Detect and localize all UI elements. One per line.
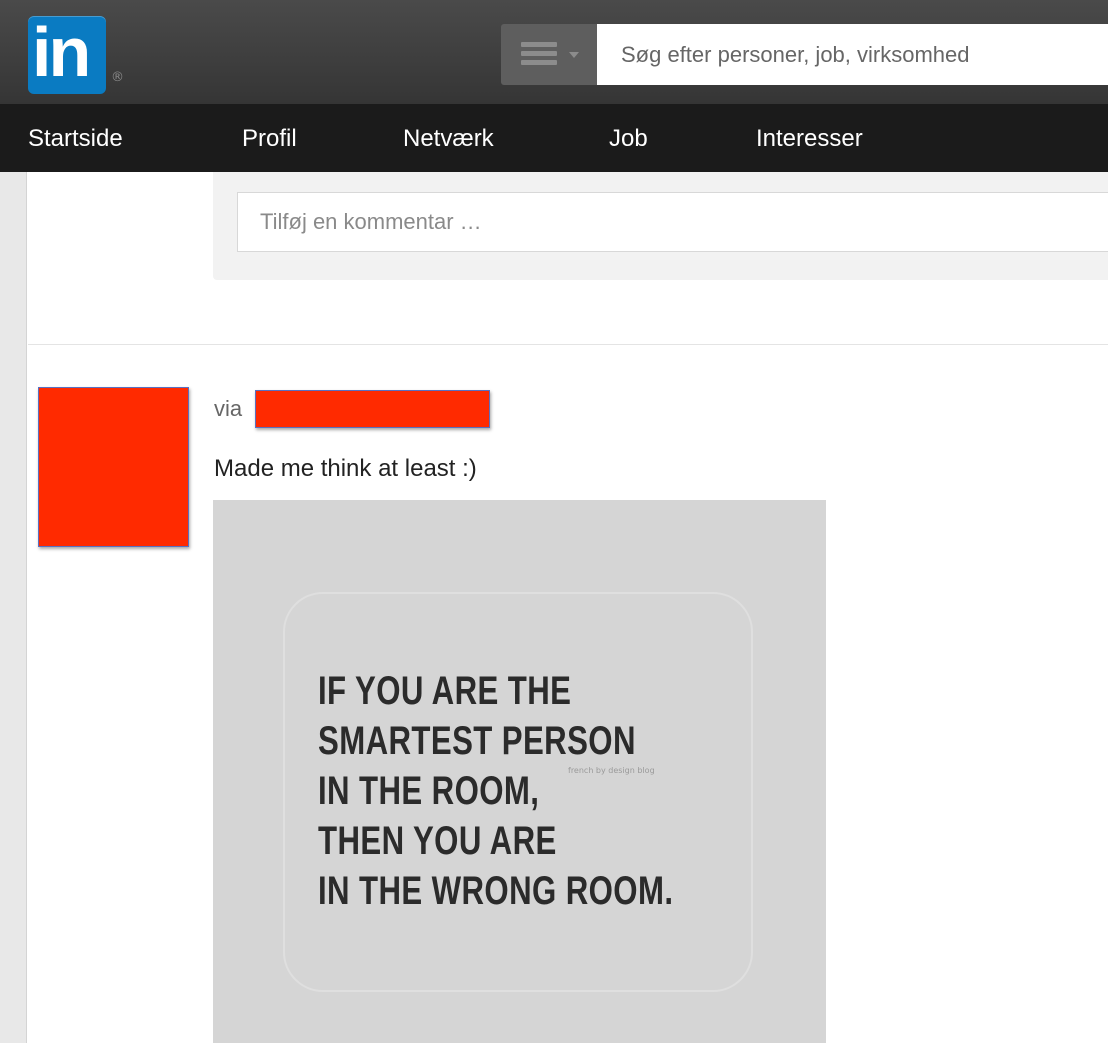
image-quote: IF YOU ARE THE SMARTEST PERSON IN THE RO…	[318, 666, 673, 916]
nav-item-profil[interactable]: Profil	[242, 104, 297, 172]
quote-line: IN THE WRONG ROOM.	[318, 869, 674, 913]
search-category-menu-button[interactable]	[501, 24, 597, 85]
nav-item-interesser[interactable]: Interesser	[756, 104, 863, 172]
registered-mark: ®	[111, 70, 124, 85]
nav-item-job[interactable]: Job	[609, 104, 648, 172]
hamburger-icon	[521, 42, 557, 66]
post-image[interactable]: IF YOU ARE THE SMARTEST PERSON IN THE RO…	[213, 500, 826, 1043]
nav-item-startside[interactable]: Startside	[28, 104, 123, 172]
comment-input[interactable]	[237, 192, 1108, 252]
post-text: Made me think at least :)	[214, 455, 477, 482]
comment-box	[213, 172, 1108, 280]
nav-item-netvaerk[interactable]: Netværk	[403, 104, 494, 172]
feed-divider	[28, 344, 1108, 345]
quote-line: SMARTEST PERSON	[318, 719, 636, 763]
avatar[interactable]	[38, 387, 189, 547]
main-nav: Startside Profil Netværk Job Interesser	[0, 104, 1108, 172]
linkedin-logo[interactable]: in	[28, 13, 106, 94]
left-rail	[0, 172, 27, 1043]
quote-line: THEN YOU ARE	[318, 819, 557, 863]
via-label: via	[214, 396, 243, 421]
via-source-link[interactable]	[255, 390, 490, 428]
logo-text: in	[32, 13, 91, 91]
quote-line: IF YOU ARE THE	[318, 669, 572, 713]
top-bar: in ®	[0, 0, 1108, 104]
search-input[interactable]	[597, 24, 1108, 85]
caret-down-icon	[569, 52, 579, 58]
image-watermark: french by design blog	[568, 766, 655, 775]
